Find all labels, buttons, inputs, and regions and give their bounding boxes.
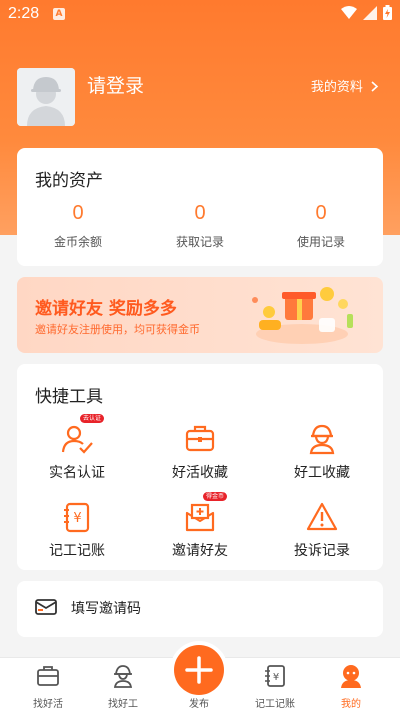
- assets-title: 我的资产: [35, 171, 103, 191]
- asset-earn-records[interactable]: 0 获取记录: [150, 202, 250, 250]
- assets-card: 我的资产 0 金币余额 0 获取记录 0 使用记录: [17, 148, 383, 266]
- warning-icon: [306, 502, 338, 531]
- status-time: 2:28: [8, 5, 40, 22]
- tool-label: 实名认证: [49, 465, 105, 481]
- quick-tools-title: 快捷工具: [35, 387, 103, 407]
- tool-invite-friends[interactable]: 得金币 邀请好友: [145, 492, 255, 560]
- publish-label: 发布: [189, 699, 209, 710]
- signal-icon: [363, 5, 377, 20]
- notification-app-icon: A: [53, 8, 65, 20]
- tool-label: 好工收藏: [294, 465, 350, 481]
- asset-label: 使用记录: [296, 235, 345, 249]
- gift-illustration: [252, 287, 353, 344]
- tab-find-workers[interactable]: 找好工: [93, 664, 153, 710]
- asset-value: 0: [315, 202, 327, 224]
- system-icons: [341, 5, 392, 20]
- verify-tag-badge: 去认证: [80, 414, 105, 423]
- ledger-icon: ¥: [64, 502, 90, 533]
- wifi-icon: [341, 5, 357, 19]
- plus-icon: [185, 656, 213, 684]
- asset-label: 金币余额: [53, 235, 102, 249]
- tab-label: 我的: [341, 699, 361, 710]
- tool-label: 记工记账: [49, 543, 105, 559]
- my-info-link[interactable]: 我的资料: [311, 76, 379, 95]
- tab-work-ledger[interactable]: ¥ 记工记账: [245, 664, 305, 710]
- user-verify-icon: [61, 425, 93, 454]
- profile-face-icon: [341, 665, 361, 688]
- battery-icon: [383, 5, 392, 20]
- asset-coin-balance[interactable]: 0 金币余额: [28, 202, 128, 250]
- worker-avatar-icon: [17, 68, 75, 126]
- tool-worker-favorites[interactable]: 好工收藏: [267, 422, 377, 482]
- tab-find-jobs[interactable]: 找好活: [18, 664, 78, 710]
- tool-label: 好活收藏: [172, 465, 228, 481]
- asset-usage-records[interactable]: 0 使用记录: [271, 202, 371, 250]
- asset-label: 获取记录: [175, 235, 224, 249]
- tab-mine[interactable]: 我的: [321, 664, 381, 710]
- asset-value: 0: [194, 202, 206, 224]
- quick-tools-card: 快捷工具 去认证 实名认证 好活收藏 好工收藏 ¥ 记工记账 得金币 邀请好友: [17, 364, 383, 570]
- tool-job-favorites[interactable]: 好活收藏: [145, 422, 255, 482]
- svg-text:¥: ¥: [273, 672, 279, 683]
- login-prompt[interactable]: 请登录: [87, 71, 144, 98]
- worker-icon: [309, 424, 335, 455]
- tool-label: 邀请好友: [172, 543, 228, 559]
- tab-label: 找好工: [108, 699, 138, 710]
- invite-friends-banner[interactable]: 邀请好友 奖励多多 邀请好友注册使用，均可获得金币: [17, 277, 383, 353]
- profile-header[interactable]: 请登录 我的资料: [17, 68, 383, 128]
- tool-complaint-records[interactable]: 投诉记录: [267, 500, 377, 560]
- tool-real-name-verify[interactable]: 去认证 实名认证: [22, 414, 132, 482]
- publish-button[interactable]: [174, 645, 224, 695]
- invite-code-label: 填写邀请码: [71, 601, 141, 617]
- worker-icon: [113, 665, 133, 688]
- banner-subtitle: 邀请好友注册使用，均可获得金币: [35, 323, 200, 336]
- banner-title: 邀请好友 奖励多多: [35, 299, 177, 319]
- invite-code-row[interactable]: 填写邀请码: [17, 581, 383, 637]
- envelope-plus-icon: [185, 503, 215, 532]
- invite-tag-badge: 得金币: [203, 492, 228, 501]
- briefcase-icon: [185, 425, 215, 452]
- tool-label: 投诉记录: [294, 543, 350, 559]
- chevron-right-icon: [371, 81, 379, 92]
- tool-work-ledger[interactable]: ¥ 记工记账: [22, 500, 132, 560]
- ledger-icon: ¥: [265, 665, 285, 687]
- status-bar: 2:28 A: [0, 0, 400, 28]
- svg-text:¥: ¥: [73, 511, 81, 526]
- tab-label: 记工记账: [255, 699, 295, 710]
- my-info-label: 我的资料: [310, 80, 363, 95]
- tab-label: 找好活: [33, 699, 63, 710]
- mail-icon: [35, 599, 57, 615]
- avatar[interactable]: [17, 68, 75, 126]
- asset-value: 0: [72, 202, 84, 224]
- briefcase-icon: [37, 666, 59, 686]
